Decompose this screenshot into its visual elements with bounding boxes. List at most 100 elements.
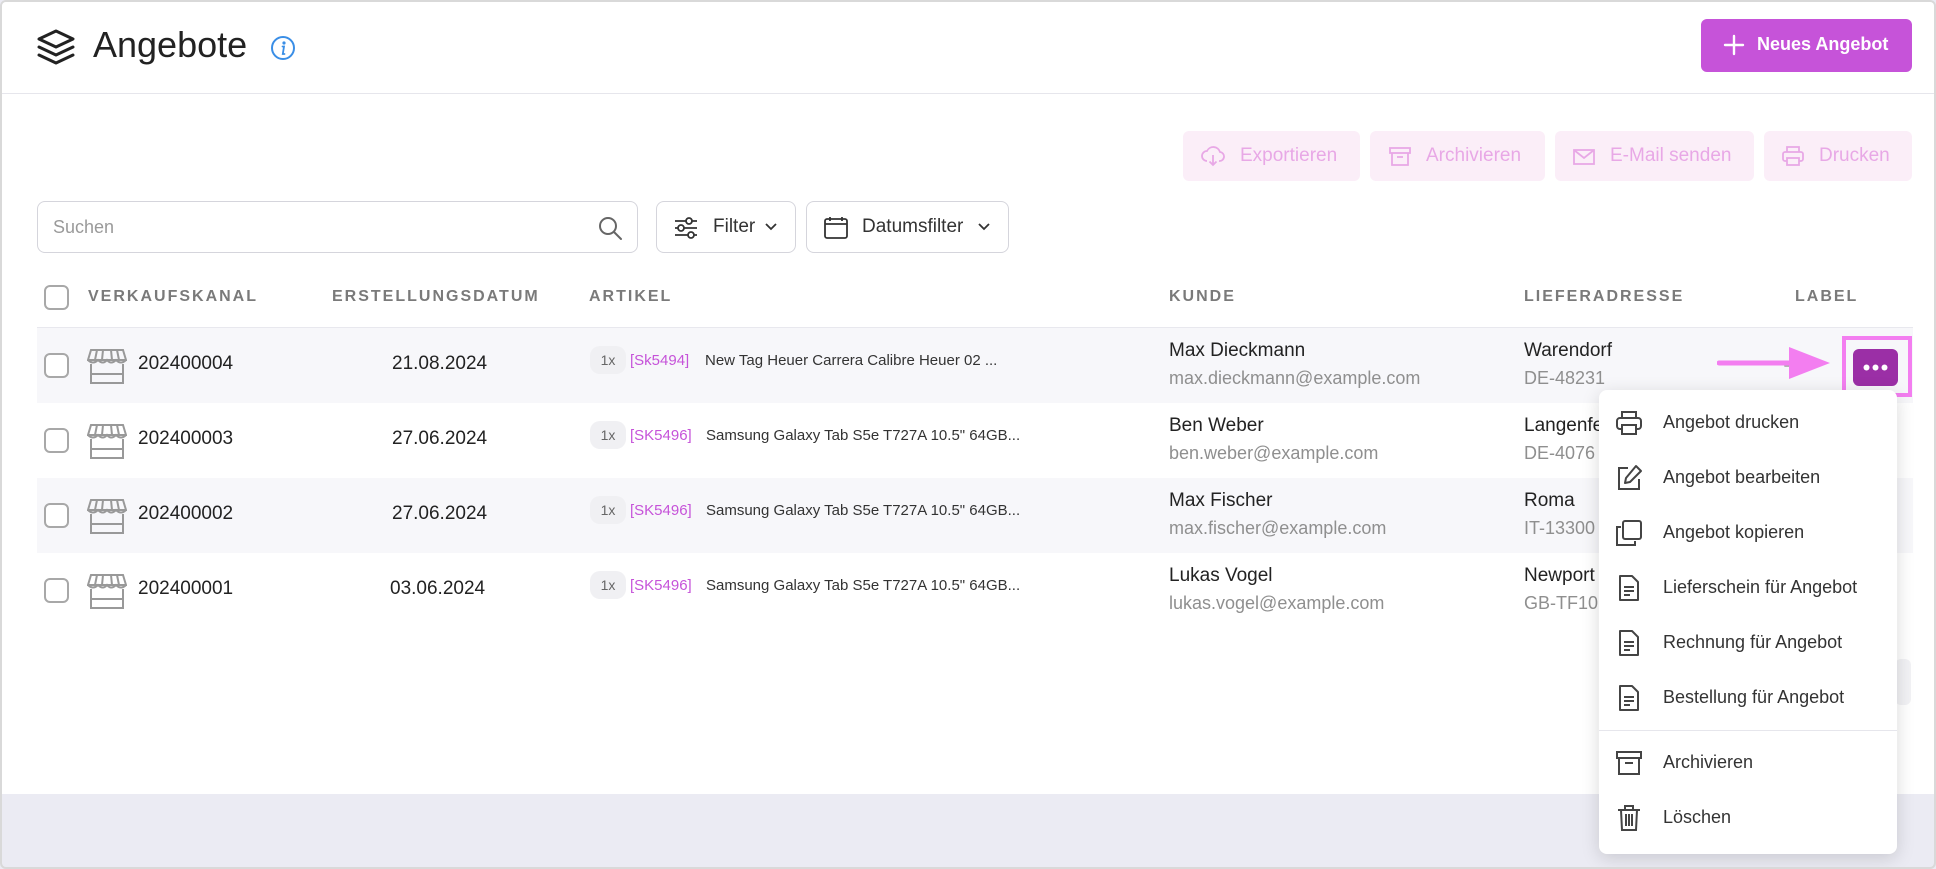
customer-email: max.fischer@example.com — [1169, 518, 1387, 538]
quantity-badge: 1x — [590, 496, 626, 524]
article-name: Samsung Galaxy Tab S5e T727A 10.5" 64GB.… — [706, 577, 1021, 594]
archive-icon — [1616, 751, 1642, 775]
quantity-badge: 1x — [590, 571, 626, 599]
sliders-icon — [675, 217, 697, 239]
export-label: Exportieren — [1240, 145, 1338, 166]
customer-email: max.dieckmann@example.com — [1169, 368, 1421, 388]
archive-bulk-label: Archivieren — [1426, 145, 1522, 166]
archive-icon — [1389, 147, 1411, 166]
customer-name: Ben Weber — [1169, 415, 1264, 436]
article-sku: [Sk5494] — [630, 352, 690, 369]
store-icon — [87, 499, 127, 534]
email-send-button[interactable]: E-Mail senden — [1555, 131, 1754, 181]
row-checkbox[interactable] — [44, 578, 69, 603]
printer-icon — [1782, 146, 1804, 166]
menu-item-label: Angebot drucken — [1663, 412, 1800, 432]
menu-item-delete[interactable]: Löschen — [1599, 794, 1897, 840]
column-header-sales-channel[interactable]: VERKAUFSKANAL — [88, 288, 258, 306]
created-date: 27.06.2024 — [392, 503, 488, 524]
order-number[interactable]: 202400003 — [138, 428, 233, 450]
calendar-icon — [824, 217, 848, 239]
page-title: Angebote — [93, 24, 248, 65]
address-city: Langenfe — [1524, 415, 1604, 436]
printer-icon — [1616, 411, 1642, 435]
quantity-badge: 1x — [590, 421, 626, 449]
menu-item-label: Angebot kopieren — [1663, 522, 1805, 542]
menu-item-delivery-note[interactable]: Lieferschein für Angebot — [1599, 564, 1897, 610]
info-icon[interactable] — [270, 35, 296, 61]
row-checkbox[interactable] — [44, 503, 69, 528]
date-filter-dropdown[interactable]: Datumsfilter — [806, 201, 1009, 253]
app-window: Angebote Neues Angebot Exportieren Archi… — [0, 0, 1936, 869]
more-actions-button[interactable] — [1853, 349, 1898, 386]
email-icon — [1573, 149, 1595, 165]
store-icon — [87, 574, 127, 609]
address-zip: GB-TF10 — [1524, 593, 1599, 613]
customer-email: lukas.vogel@example.com — [1169, 593, 1385, 613]
address-city: Warendorf — [1524, 340, 1612, 361]
new-offer-button[interactable]: Neues Angebot — [1701, 19, 1912, 72]
date-filter-label: Datumsfilter — [862, 216, 964, 237]
menu-item-copy-offer[interactable]: Angebot kopieren — [1599, 509, 1897, 555]
more-horizontal-icon — [1863, 364, 1888, 371]
article-name: Samsung Galaxy Tab S5e T727A 10.5" 64GB.… — [706, 502, 1021, 519]
article-sku: [SK5496] — [630, 502, 692, 519]
row-checkbox[interactable] — [44, 428, 69, 453]
export-button[interactable]: Exportieren — [1183, 131, 1360, 181]
main-card: Angebote Neues Angebot Exportieren Archi… — [2, 2, 1934, 854]
email-send-label: E-Mail senden — [1610, 145, 1732, 166]
address-city: Roma — [1524, 490, 1575, 511]
print-bulk-button[interactable]: Drucken — [1764, 131, 1912, 181]
row-actions-menu: Angebot drucken Angebot bearbeiten Angeb… — [1599, 390, 1897, 854]
menu-item-label: Angebot bearbeiten — [1663, 467, 1821, 487]
address-city: Newport — [1524, 565, 1595, 586]
search-input[interactable]: Suchen — [37, 201, 638, 253]
column-header-delivery-address[interactable]: LIEFERADRESSE — [1524, 288, 1684, 306]
menu-item-label: Löschen — [1663, 807, 1732, 827]
menu-item-edit-offer[interactable]: Angebot bearbeiten — [1599, 454, 1897, 500]
order-number[interactable]: 202400004 — [138, 353, 233, 375]
menu-item-order[interactable]: Bestellung für Angebot — [1599, 674, 1897, 720]
quantity-badge: 1x — [590, 346, 626, 374]
layers-icon — [37, 29, 75, 65]
annotation-arrow-icon — [1717, 347, 1830, 379]
store-icon — [87, 349, 127, 384]
column-header-customer[interactable]: KUNDE — [1169, 288, 1236, 306]
menu-item-label: Rechnung für Angebot — [1663, 632, 1843, 652]
created-date: 27.06.2024 — [392, 428, 488, 449]
column-header-article[interactable]: ARTIKEL — [589, 288, 672, 306]
scroll-hint — [1895, 659, 1911, 705]
menu-item-invoice[interactable]: Rechnung für Angebot — [1599, 619, 1897, 665]
menu-item-print-offer[interactable]: Angebot drucken — [1599, 399, 1897, 445]
customer-name: Max Dieckmann — [1169, 340, 1306, 361]
chevron-down-icon — [978, 223, 990, 231]
menu-item-label: Lieferschein für Angebot — [1663, 577, 1858, 597]
article-sku: [SK5496] — [630, 427, 692, 444]
address-zip: IT-13300 — [1524, 518, 1596, 538]
menu-item-label: Bestellung für Angebot — [1663, 687, 1845, 707]
archive-bulk-button[interactable]: Archivieren — [1370, 131, 1545, 181]
document-icon — [1619, 575, 1639, 601]
print-bulk-label: Drucken — [1819, 145, 1890, 166]
copy-icon — [1616, 520, 1642, 546]
article-sku: [SK5496] — [630, 577, 692, 594]
row-checkbox[interactable] — [44, 353, 69, 378]
menu-item-archive[interactable]: Archivieren — [1599, 739, 1897, 785]
store-icon — [87, 424, 127, 459]
filter-dropdown[interactable]: Filter — [656, 201, 796, 253]
filter-label: Filter — [713, 216, 756, 237]
edit-icon — [1618, 465, 1642, 490]
chevron-down-icon — [765, 223, 777, 231]
order-number[interactable]: 202400001 — [138, 578, 233, 600]
article-name: New Tag Heuer Carrera Calibre Heuer 02 .… — [705, 352, 998, 369]
cloud-download-icon — [1201, 146, 1225, 167]
column-header-created-date[interactable]: ERSTELLUNGSDATUM — [332, 288, 540, 306]
plus-icon — [1723, 34, 1745, 56]
trash-icon — [1618, 805, 1640, 831]
order-number[interactable]: 202400002 — [138, 503, 233, 525]
select-all-checkbox[interactable] — [44, 285, 69, 310]
customer-name: Max Fischer — [1169, 490, 1273, 511]
menu-divider — [1599, 730, 1897, 731]
document-icon — [1619, 630, 1639, 656]
search-placeholder: Suchen — [53, 217, 115, 237]
